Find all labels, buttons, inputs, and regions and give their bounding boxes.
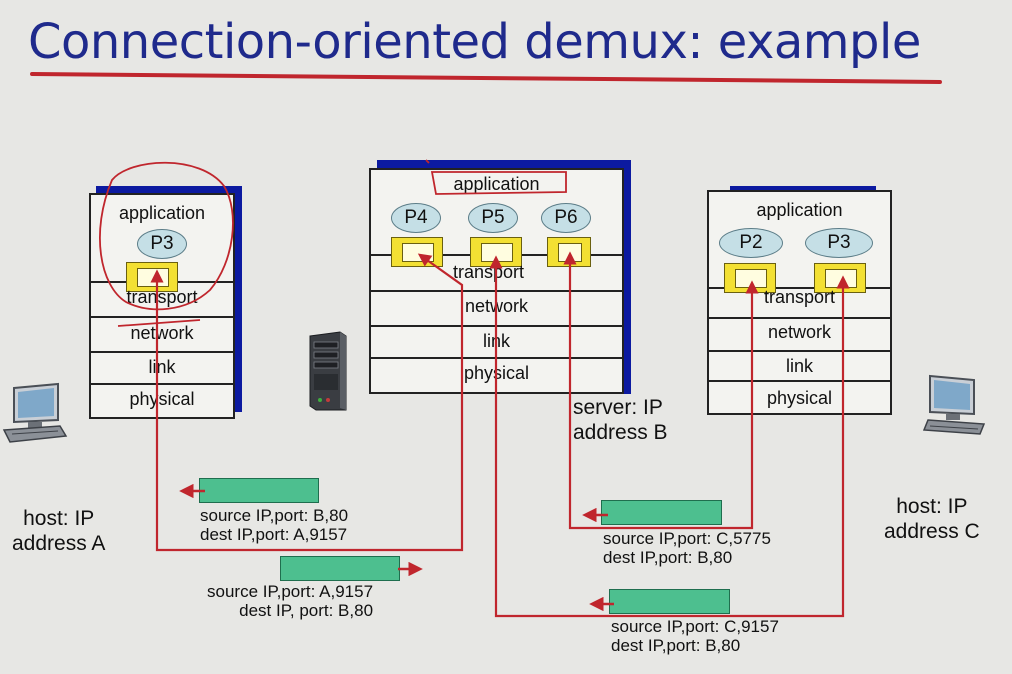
host-c-application-label: application	[756, 200, 843, 220]
server-b-socket-p6	[547, 237, 591, 267]
segment-c9157-to-b-text: source IP,port: C,9157 dest IP,port: B,8…	[611, 617, 779, 655]
slide-title: Connection-oriented demux: example	[28, 14, 921, 70]
host-c-address-label: host: IP address C	[884, 494, 980, 544]
title-underline-annotation	[29, 72, 943, 84]
host-c-label-line1: host: IP	[896, 495, 968, 518]
host-a-network-label: network	[130, 323, 194, 343]
host-c-physical-label: physical	[766, 388, 833, 408]
host-a-protocol-stack: application P3 transport network link ph…	[89, 193, 235, 419]
host-a-physical-label: physical	[129, 389, 195, 409]
host-c-computer-icon	[922, 374, 986, 435]
segment-c9157-to-b-dest: dest IP,port: B,80	[611, 636, 741, 655]
segment-c5775-to-b-text: source IP,port: C,5775 dest IP,port: B,8…	[603, 529, 771, 567]
host-a-label-line2: address A	[12, 532, 106, 555]
segment-a-to-b	[280, 556, 400, 581]
server-b-label-line2: address B	[573, 421, 668, 444]
server-b-network-label: network	[464, 296, 529, 316]
segment-c9157-to-b	[609, 589, 730, 614]
host-c-process-p3: P3	[805, 228, 873, 258]
server-b-process-p4: P4	[391, 203, 441, 233]
segment-a-to-b-dest: dest IP, port: B,80	[239, 601, 374, 620]
host-a-computer-icon	[2, 382, 68, 443]
host-c-transport-label: transport	[763, 287, 836, 307]
host-a-address-label: host: IP address A	[12, 506, 105, 556]
server-b-link-label: link	[482, 331, 510, 351]
host-a-application-label: application	[118, 203, 206, 223]
server-b-address-label: server: IP address B	[573, 395, 668, 445]
server-b-physical-label: physical	[463, 363, 530, 383]
server-b-transport-label: transport	[453, 262, 525, 282]
segment-b-to-a-dest: dest IP,port: A,9157	[200, 525, 348, 544]
server-b-label-line1: server: IP	[573, 396, 663, 419]
server-b-protocol-stack: application P4 P5 P6 transport network l…	[369, 168, 624, 394]
segment-c5775-to-b-dest: dest IP,port: B,80	[603, 548, 733, 567]
host-c-link-label: link	[785, 356, 813, 376]
segment-b-to-a-text: source IP,port: B,80 dest IP,port: A,915…	[200, 506, 348, 544]
segment-c5775-to-b-source: source IP,port: C,5775	[603, 529, 771, 548]
segment-a-to-b-source: source IP,port: A,9157	[207, 582, 374, 601]
segment-a-to-b-text: source IP,port: A,9157 dest IP, port: B,…	[207, 582, 373, 620]
host-a-label-line1: host: IP	[23, 507, 95, 530]
server-b-process-p5: P5	[468, 203, 518, 233]
segment-b-to-a	[199, 478, 319, 503]
server-b-tower-icon	[309, 331, 347, 411]
host-a-transport-label: transport	[126, 287, 198, 307]
server-b-application-label: application	[453, 174, 540, 194]
server-b-socket-p4	[391, 237, 443, 267]
host-c-network-label: network	[767, 322, 832, 342]
host-c-protocol-stack: application P2 P3 transport network link…	[707, 190, 892, 415]
host-c-process-p2: P2	[719, 228, 783, 258]
host-a-link-label: link	[148, 357, 176, 377]
segment-c5775-to-b	[601, 500, 722, 525]
server-b-process-p6: P6	[541, 203, 591, 233]
segment-c9157-to-b-source: source IP,port: C,9157	[611, 617, 779, 636]
segment-b-to-a-source: source IP,port: B,80	[200, 506, 349, 525]
host-c-label-line2: address C	[884, 520, 980, 543]
host-a-process-p3: P3	[137, 229, 187, 259]
